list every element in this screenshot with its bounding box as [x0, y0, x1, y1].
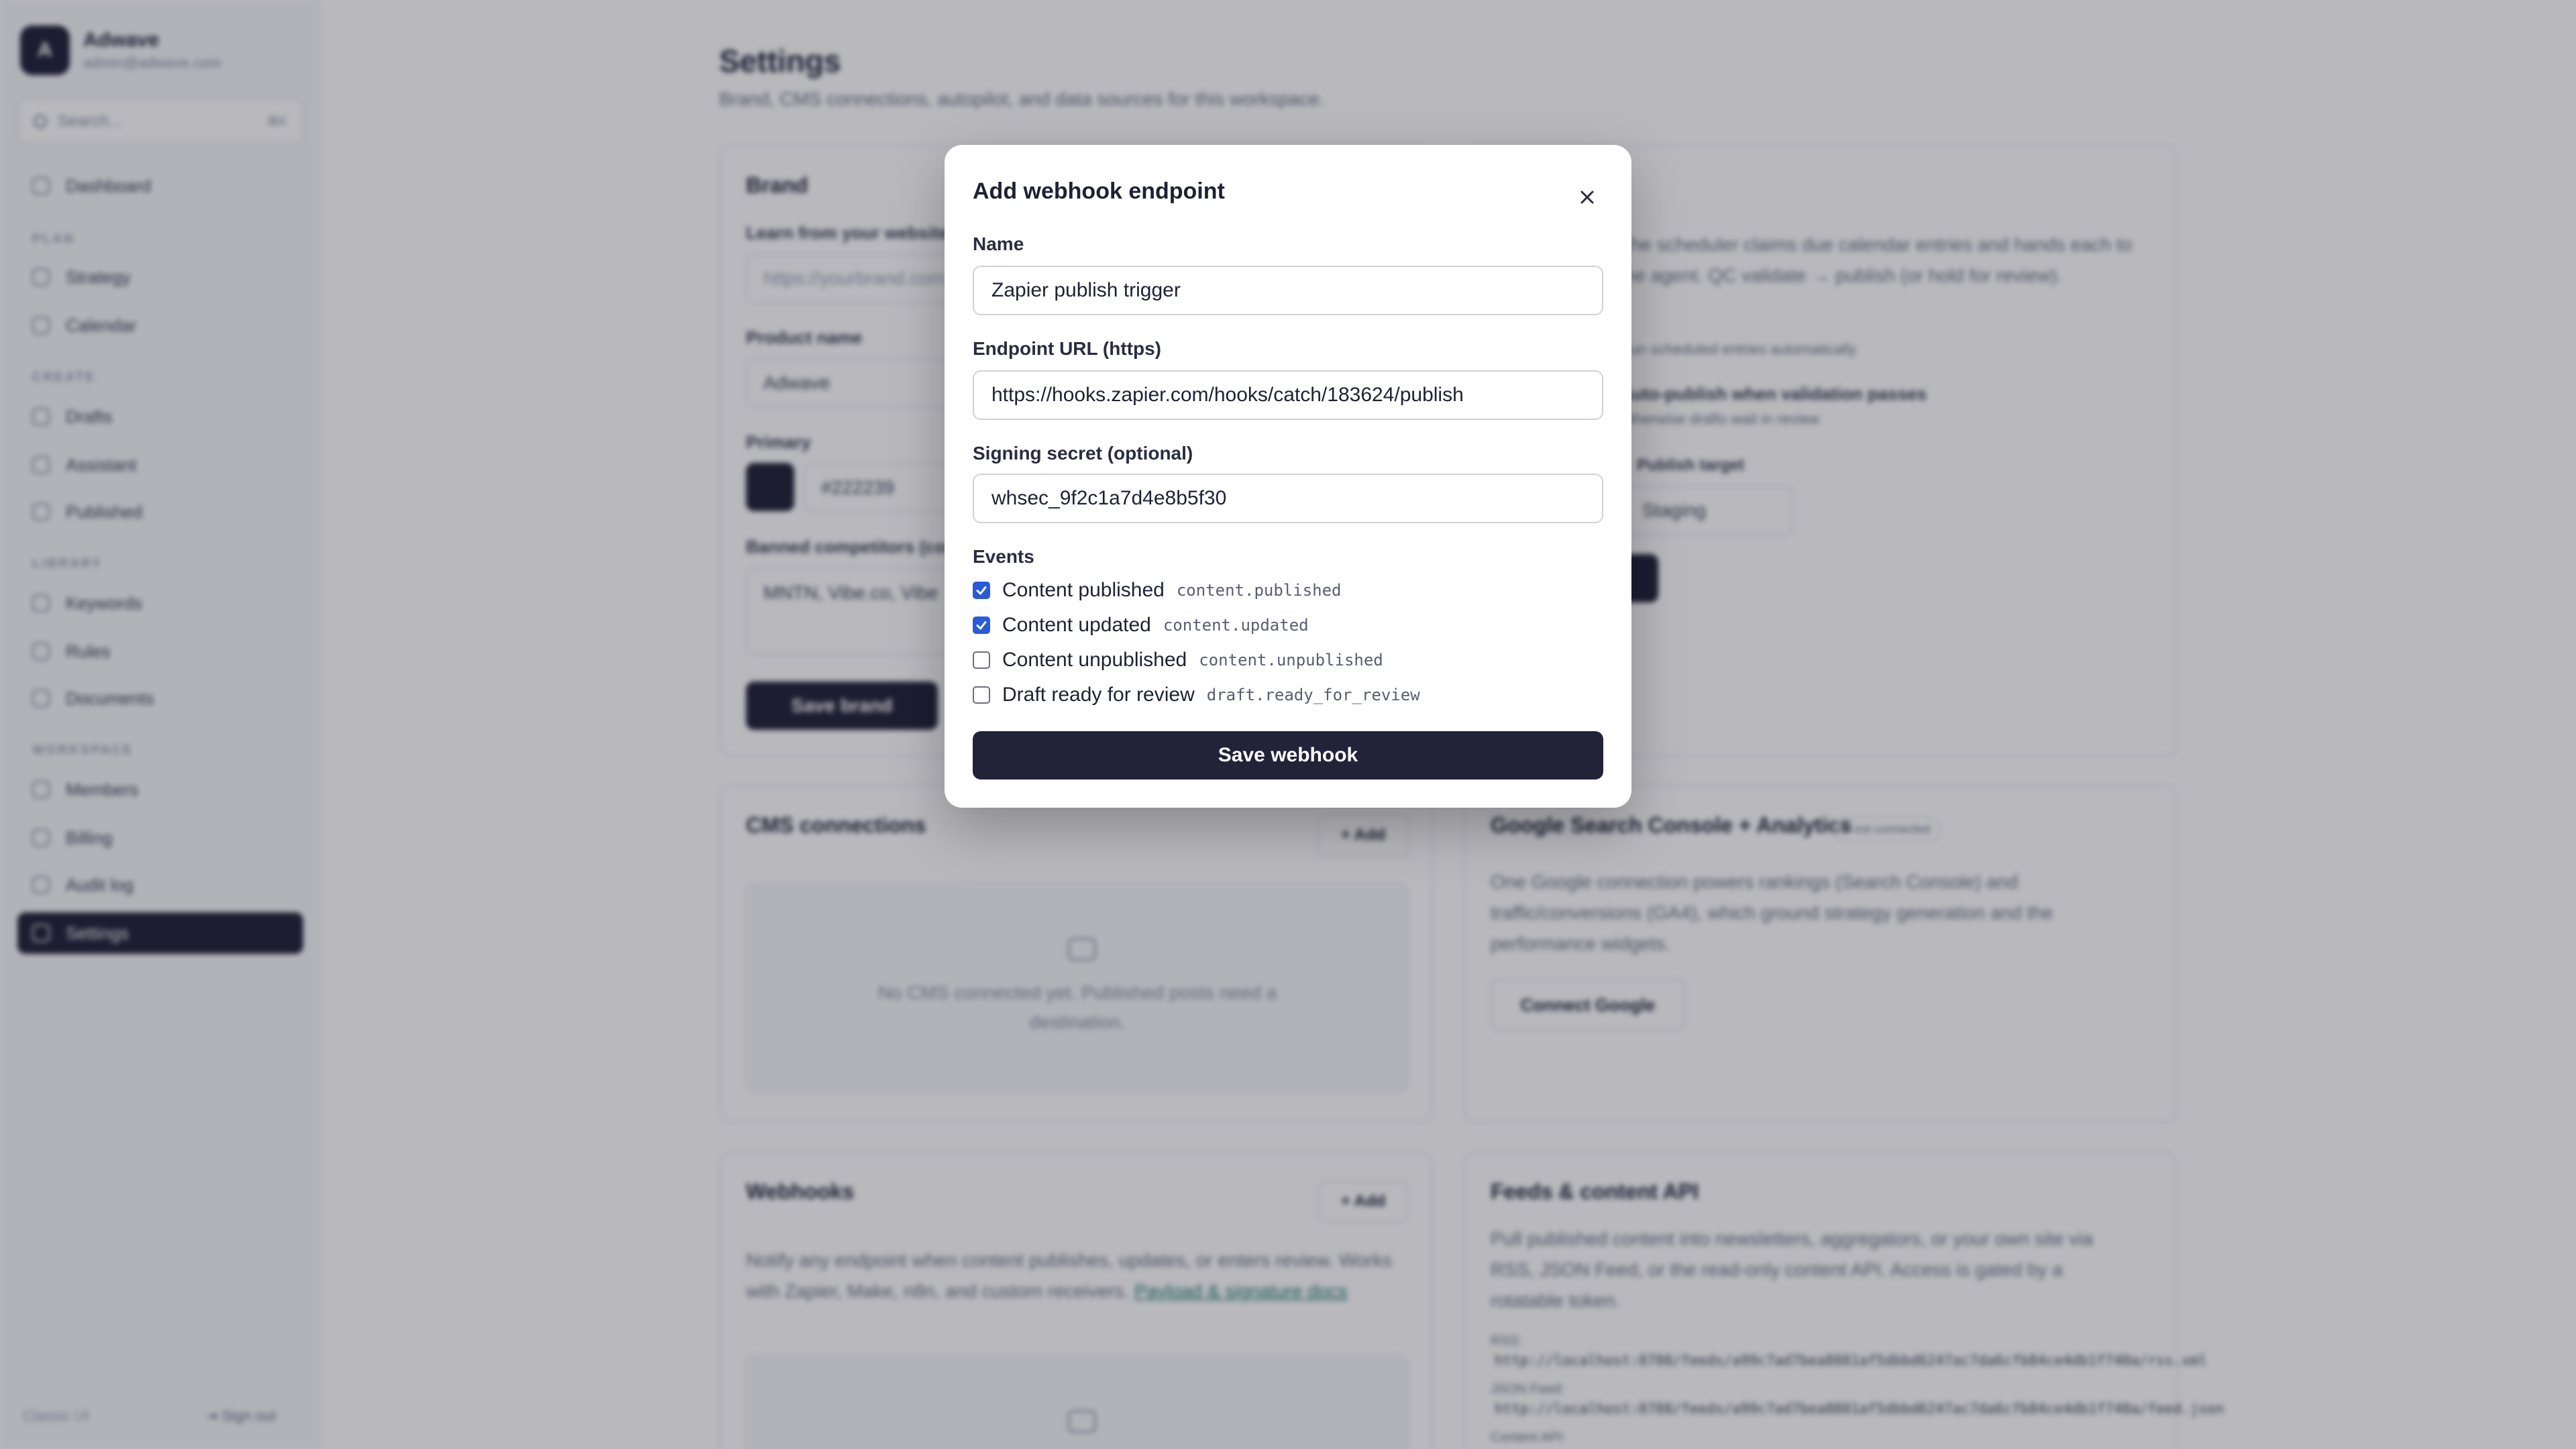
event-label: Draft ready for review [1002, 684, 1195, 706]
endpoint-url-label: Endpoint URL (https) [973, 338, 1161, 359]
endpoint-url-input[interactable] [973, 370, 1603, 420]
event-option[interactable]: Content published content.published [973, 577, 1342, 604]
event-option[interactable]: Content unpublished content.unpublished [973, 647, 1383, 674]
add-webhook-modal: Add webhook endpoint Name Endpoint URL (… [945, 145, 1631, 808]
event-label: Content published [1002, 579, 1165, 601]
event-code: content.updated [1163, 616, 1309, 635]
event-label: Content updated [1002, 614, 1151, 636]
event-checkbox[interactable] [973, 686, 990, 704]
check-icon [976, 621, 987, 630]
event-code: content.published [1176, 581, 1342, 600]
event-code: content.unpublished [1199, 651, 1383, 669]
close-button[interactable] [1572, 182, 1602, 212]
event-option[interactable]: Content updated content.updated [973, 612, 1309, 639]
events-label: Events [973, 546, 1034, 567]
name-input[interactable] [973, 266, 1603, 315]
check-icon [976, 586, 987, 595]
signing-secret-label: Signing secret (optional) [973, 443, 1193, 464]
close-icon [1580, 191, 1594, 204]
name-label: Name [973, 233, 1024, 254]
event-code: draft.ready_for_review [1206, 686, 1420, 704]
event-checkbox[interactable] [973, 616, 990, 634]
signing-secret-input[interactable] [973, 474, 1603, 523]
event-option[interactable]: Draft ready for review draft.ready_for_r… [973, 682, 1420, 708]
event-label: Content unpublished [1002, 649, 1187, 671]
save-webhook-button[interactable]: Save webhook [973, 731, 1603, 780]
event-checkbox[interactable] [973, 651, 990, 669]
event-checkbox[interactable] [973, 582, 990, 599]
modal-title: Add webhook endpoint [973, 178, 1225, 204]
